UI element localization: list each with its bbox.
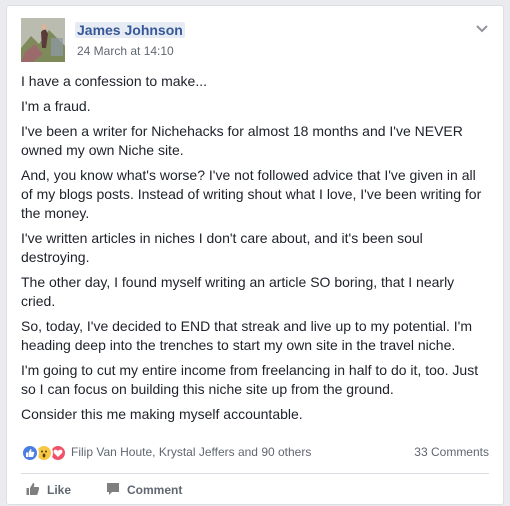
post-timestamp[interactable]: 24 March at 14:10 [77,44,174,58]
post-paragraph: I'm going to cut my entire income from f… [21,362,479,397]
post-paragraph: Consider this me making myself accountab… [21,406,303,422]
like-button[interactable]: Like [25,476,71,504]
thumbs-up-icon [25,481,47,500]
post-paragraph: And, you know what's worse? I've not fol… [21,167,482,221]
reactors-list[interactable]: Filip Van Houte, Krystal Jeffers and 90 … [71,445,311,459]
like-reaction-icon [21,444,39,462]
like-label: Like [47,483,72,497]
chevron-down-icon[interactable] [475,22,489,36]
post-paragraph: I've written articles in niches I don't … [21,230,423,265]
comment-label: Comment [127,483,183,497]
post-paragraph: I'm a fraud. [21,98,91,114]
comment-icon [105,481,127,500]
comments-count[interactable]: 33 Comments [414,445,489,459]
post-paragraph: I have a confession to make... [21,73,207,89]
post-paragraph: I've been a writer for Nichehacks for al… [21,123,463,158]
post-header: James Johnson 24 March at 14:10 [21,18,489,62]
post-actions: Like Comment [21,476,489,504]
divider [21,473,489,474]
author-name[interactable]: James Johnson [75,22,185,38]
post-paragraph: The other day, I found myself writing an… [21,274,455,309]
post-card: James Johnson 24 March at 14:10 I have a… [6,5,504,505]
post-body: I have a confession to make... I'm a fra… [21,72,491,430]
comment-button[interactable]: Comment [105,476,182,504]
post-paragraph: So, today, I've decided to END that stre… [21,318,472,353]
reactions-summary: Filip Van Houte, Krystal Jeffers and 90 … [21,442,489,462]
avatar[interactable] [21,18,65,62]
reaction-icons[interactable] [21,444,73,462]
